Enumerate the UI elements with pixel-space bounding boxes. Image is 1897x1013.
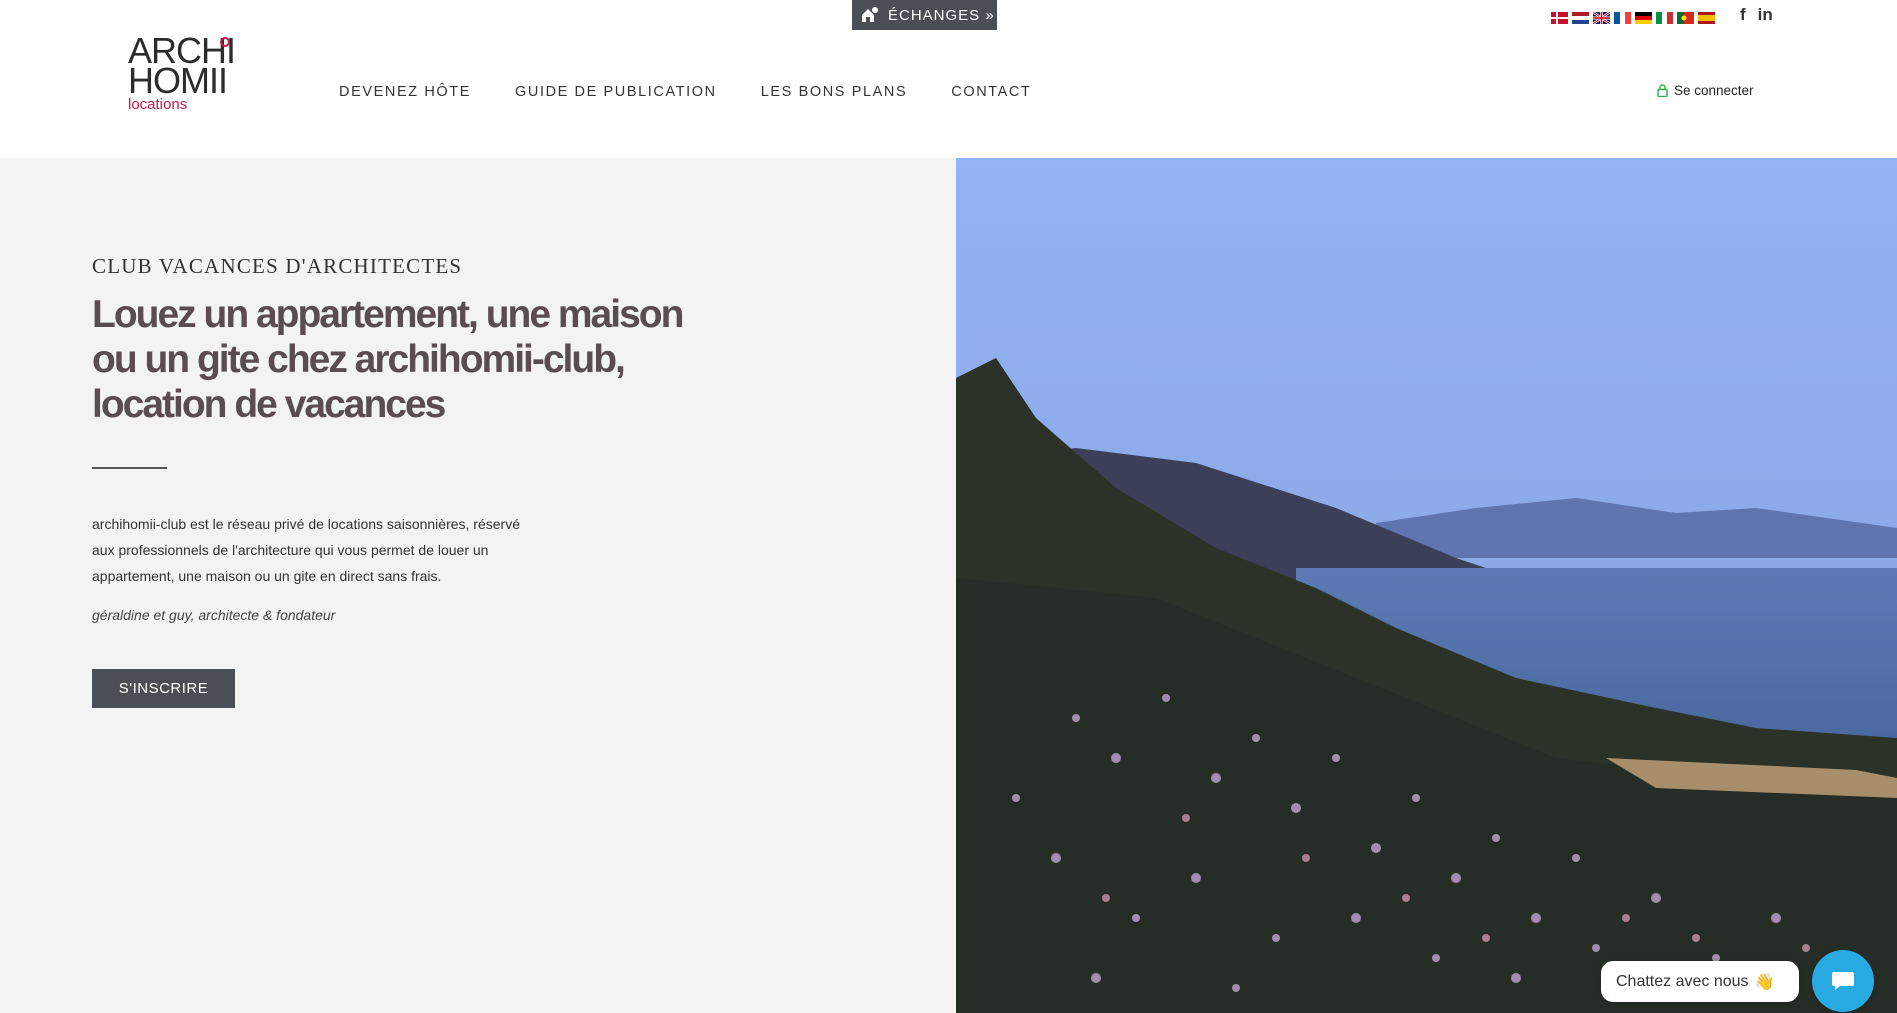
hero-text-panel: CLUB VACANCES D'ARCHITECTES Louez un app… [0, 158, 956, 1013]
linkedin-icon[interactable]: in [1758, 5, 1773, 25]
signup-button[interactable]: S'INSCRIRE [92, 669, 235, 708]
facebook-icon[interactable]: f [1740, 5, 1746, 25]
chat-launcher-button[interactable] [1812, 950, 1874, 1012]
headline-divider [92, 467, 167, 469]
language-flags [1551, 12, 1715, 24]
portuguese-flag[interactable] [1677, 12, 1694, 24]
logo-pin-icon [220, 37, 230, 47]
hero-photo [956, 158, 1897, 1013]
login-label: Se connecter [1674, 83, 1754, 98]
nav-guide-de-publication[interactable]: GUIDE DE PUBLICATION [515, 84, 717, 100]
lock-icon [1657, 84, 1668, 97]
hero-signature: géraldine et guy, architecte & fondateur [92, 607, 336, 623]
nav-les-bons-plans[interactable]: LES BONS PLANS [761, 84, 908, 100]
login-link[interactable]: Se connecter [1657, 83, 1754, 98]
site-header: ÉCHANGES » f in ARCHI HOMII locations DE… [0, 0, 1897, 158]
italian-flag[interactable] [1656, 12, 1673, 24]
chat-prompt-text: Chattez avec nous [1616, 972, 1749, 990]
nav-contact[interactable]: CONTACT [951, 84, 1031, 100]
echanges-label: ÉCHANGES » [888, 6, 995, 24]
social-links: f in [1740, 5, 1773, 25]
french-flag[interactable] [1614, 12, 1631, 24]
dutch-flag[interactable] [1572, 12, 1589, 24]
hero-kicker: CLUB VACANCES D'ARCHITECTES [92, 254, 463, 278]
echanges-button[interactable]: ÉCHANGES » [852, 0, 997, 30]
logo-line-2: HOMII [128, 60, 228, 101]
coastal-landscape-image [956, 158, 1897, 1013]
site-logo[interactable]: ARCHI HOMII locations [128, 33, 238, 132]
hero-headline: Louez un appartement, une maison ou un g… [92, 293, 684, 426]
waving-hand-icon: 👋 [1754, 973, 1775, 991]
house-exchange-icon [860, 5, 880, 25]
main-nav: DEVENEZ HÔTE GUIDE DE PUBLICATION LES BO… [339, 84, 1031, 100]
chat-prompt-bubble[interactable]: Chattez avec nous 👋 [1601, 961, 1799, 1002]
chat-icon [1832, 972, 1854, 990]
german-flag[interactable] [1635, 12, 1652, 24]
nav-devenez-hote[interactable]: DEVENEZ HÔTE [339, 84, 471, 100]
uk-flag[interactable] [1593, 12, 1610, 24]
danish-flag[interactable] [1551, 12, 1568, 24]
spanish-flag[interactable] [1698, 12, 1715, 24]
hero-description: archihomii-club est le réseau privé de l… [92, 516, 520, 584]
